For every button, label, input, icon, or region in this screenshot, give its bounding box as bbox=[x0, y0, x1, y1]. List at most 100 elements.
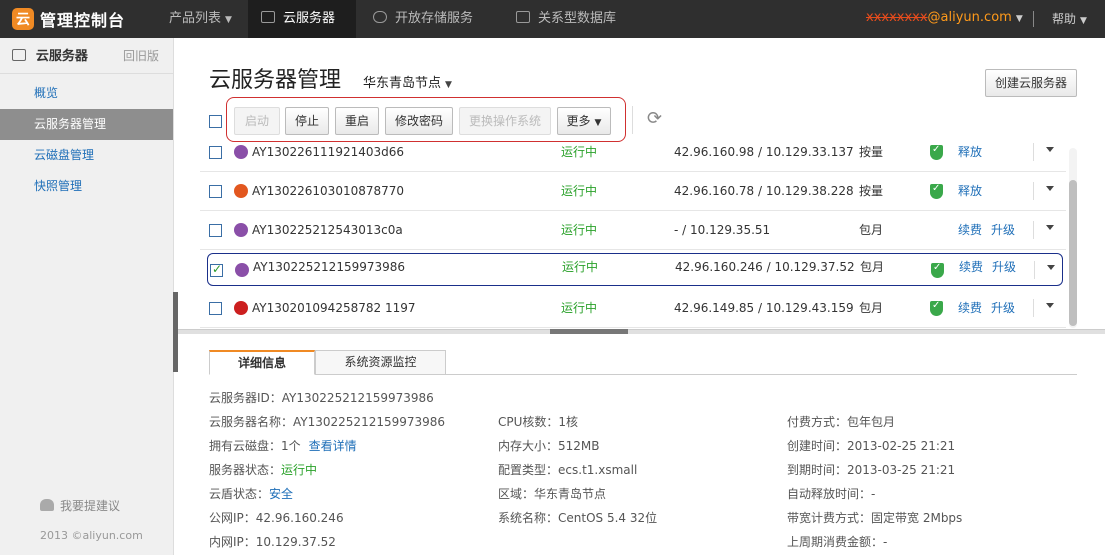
feedback-link[interactable]: 我要提建议 bbox=[40, 497, 120, 514]
start-button[interactable]: 启动 bbox=[234, 107, 280, 135]
chevron-down-icon[interactable] bbox=[1046, 186, 1054, 191]
table-row[interactable]: AY130225212543013c0a 运行中 - / 10.129.35.51 包… bbox=[200, 211, 1066, 250]
tab-detail-info[interactable]: 详细信息 bbox=[209, 350, 315, 375]
detail-field-label: 到期时间： bbox=[787, 463, 848, 477]
list-scrollbar-thumb[interactable] bbox=[1069, 180, 1077, 326]
detail-field-label: 系统名称： bbox=[498, 511, 559, 525]
billing-type: 包月 bbox=[859, 301, 884, 315]
toolbar-divider bbox=[632, 106, 633, 134]
sidebar-item-disk-management[interactable]: 云磁盘管理 bbox=[0, 140, 173, 171]
chevron-down-icon[interactable] bbox=[1046, 147, 1054, 152]
row-action-primary[interactable]: 续费 bbox=[959, 251, 983, 283]
row-checkbox[interactable] bbox=[209, 302, 222, 315]
nav-divider bbox=[1033, 11, 1034, 27]
row-action-upgrade[interactable]: 升级 bbox=[992, 251, 1016, 283]
server-status: 运行中 bbox=[561, 145, 598, 159]
nav-oss-tab[interactable]: 开放存储服务 bbox=[373, 0, 473, 38]
detail-field-label: 付费方式： bbox=[787, 415, 848, 429]
row-action-upgrade[interactable]: 升级 bbox=[991, 289, 1015, 327]
select-all-checkbox[interactable] bbox=[209, 115, 222, 128]
detail-field-value: 华东青岛节点 bbox=[534, 487, 607, 501]
row-checkbox[interactable] bbox=[210, 262, 223, 277]
server-status: 运行中 bbox=[561, 301, 598, 315]
refresh-icon[interactable]: ⟳ bbox=[647, 110, 665, 128]
restart-button[interactable]: 重启 bbox=[335, 107, 379, 135]
change-os-button[interactable]: 更换操作系统 bbox=[459, 107, 551, 135]
chevron-down-icon[interactable] bbox=[1046, 225, 1054, 230]
detail-field: 服务器状态：运行中 bbox=[209, 461, 317, 478]
server-id-value: AY130225212159973986 bbox=[281, 391, 434, 405]
chevron-down-icon[interactable] bbox=[1046, 303, 1054, 308]
stop-button[interactable]: 停止 bbox=[285, 107, 329, 135]
copyright: 2013 ©aliyun.com bbox=[40, 529, 143, 542]
sidebar-item-server-management[interactable]: 云服务器管理 bbox=[0, 109, 173, 140]
panel-splitter[interactable] bbox=[178, 329, 1105, 334]
sidebar-item-overview[interactable]: 概览 bbox=[0, 78, 173, 109]
user-icon bbox=[40, 499, 54, 511]
detail-field: 云盾状态：安全 bbox=[209, 485, 293, 502]
row-action-divider bbox=[1034, 261, 1035, 279]
nav-products-menu[interactable]: 产品列表 ▼ bbox=[169, 0, 232, 38]
billing-type: 包月 bbox=[859, 223, 884, 237]
server-id: AY130225212543013c0a bbox=[252, 223, 403, 237]
security-shield-icon bbox=[931, 262, 944, 278]
detail-field: 内网IP：10.129.37.52 bbox=[209, 533, 336, 550]
table-row[interactable]: AY130225212159973986 运行中 42.96.160.246 / 1… bbox=[207, 253, 1063, 286]
create-server-button[interactable]: 创建云服务器 bbox=[985, 69, 1077, 97]
panel-splitter-grip[interactable] bbox=[550, 329, 628, 334]
centos-os-icon bbox=[234, 223, 248, 237]
security-shield-icon bbox=[930, 144, 943, 160]
detail-field-value: 固定带宽 2Mbps bbox=[871, 511, 963, 525]
detail-field-value: 2013-02-25 21:21 bbox=[847, 439, 956, 453]
region-selector[interactable]: 华东青岛节点 ▼ bbox=[363, 72, 452, 91]
detail-field: 拥有云磁盘：1个 查看详情 bbox=[209, 437, 357, 454]
table-row[interactable]: AY130201094258782 1197 运行中 42.96.149.85 / … bbox=[200, 289, 1066, 328]
billing-type: 包月 bbox=[860, 260, 885, 274]
sidebar-header: 云服务器 回旧版 bbox=[0, 38, 173, 74]
server-icon bbox=[12, 49, 26, 61]
console-logo[interactable]: 云 管理控制台 bbox=[12, 7, 125, 31]
centos-os-icon bbox=[235, 263, 249, 277]
row-action-primary[interactable]: 释放 bbox=[958, 133, 982, 171]
chevron-down-icon[interactable] bbox=[1047, 265, 1055, 270]
sidebar-item-snapshot-management[interactable]: 快照管理 bbox=[0, 171, 173, 202]
old-version-link[interactable]: 回旧版 bbox=[123, 38, 159, 74]
row-action-upgrade[interactable]: 升级 bbox=[991, 211, 1015, 249]
detail-field-label: 创建时间： bbox=[787, 439, 848, 453]
nav-ecs-tab[interactable]: 云服务器 bbox=[248, 0, 356, 38]
sidebar: 云服务器 回旧版 概览 云服务器管理 云磁盘管理 快照管理 我要提建议 2013… bbox=[0, 38, 174, 555]
detail-field-label: 内存大小： bbox=[498, 439, 559, 453]
server-ip: - / 10.129.35.51 bbox=[674, 223, 771, 237]
change-password-button[interactable]: 修改密码 bbox=[385, 107, 453, 135]
user-name-masked: xxxxxxxx bbox=[866, 10, 928, 25]
row-checkbox[interactable] bbox=[209, 185, 222, 198]
table-row[interactable]: AY130226103010878770 运行中 42.96.160.78 / 10… bbox=[200, 172, 1066, 211]
server-id: AY130201094258782 1197 bbox=[252, 301, 416, 315]
server-icon bbox=[261, 11, 275, 23]
detail-field-value: 2013-03-25 21:21 bbox=[847, 463, 956, 477]
detail-field-value: 运行中 bbox=[281, 463, 318, 477]
row-action-divider bbox=[1033, 221, 1034, 239]
detail-field-label: 带宽计费方式： bbox=[787, 511, 872, 525]
row-action-primary[interactable]: 续费 bbox=[958, 211, 982, 249]
user-account-menu[interactable]: xxxxxxxx@aliyun.com ▼ bbox=[866, 0, 1023, 37]
nav-products-label: 产品列表 bbox=[169, 11, 222, 26]
view-disk-details-link[interactable]: 查看详情 bbox=[309, 439, 357, 453]
more-dropdown-button[interactable]: 更多 ▼ bbox=[557, 107, 611, 135]
nav-rds-tab[interactable]: 关系型数据库 bbox=[516, 0, 616, 38]
row-action-primary[interactable]: 释放 bbox=[958, 172, 982, 210]
detail-field: 系统名称：CentOS 5.4 32位 bbox=[498, 509, 657, 526]
tab-resource-monitor[interactable]: 系统资源监控 bbox=[315, 350, 446, 375]
detail-field-value: 安全 bbox=[269, 487, 294, 501]
row-checkbox[interactable] bbox=[209, 224, 222, 237]
row-action-primary[interactable]: 续费 bbox=[958, 289, 982, 327]
chevron-down-icon: ▼ bbox=[1015, 14, 1023, 24]
row-checkbox[interactable] bbox=[209, 146, 222, 159]
detail-field-label: 云服务器名称： bbox=[209, 415, 294, 429]
chevron-down-icon: ▼ bbox=[1080, 16, 1087, 26]
server-status: 运行中 bbox=[562, 260, 599, 274]
table-row[interactable]: AY130226111921403d66 运行中 42.96.160.98 / 10… bbox=[200, 133, 1066, 172]
detail-field-label: 上周期消费金额： bbox=[787, 535, 884, 549]
help-menu[interactable]: 帮助 ▼ bbox=[1052, 0, 1087, 40]
detail-field: 自动释放时间：- bbox=[787, 485, 875, 502]
